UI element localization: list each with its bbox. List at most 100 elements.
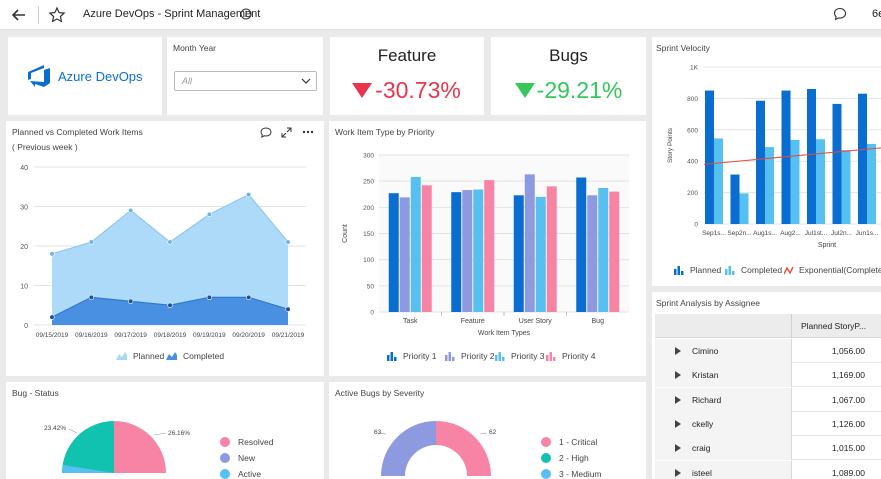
assignee-name: ckelly: [692, 418, 714, 429]
table-row[interactable]: Richard 1,067.00: [655, 387, 881, 412]
table-row[interactable]: ckelly 1,126.00: [655, 411, 881, 436]
data-point: [167, 239, 173, 245]
column-divider: [791, 411, 792, 436]
favorite-star-icon[interactable]: [48, 6, 66, 24]
planned-story-points-value: 1,126.00: [831, 418, 865, 429]
expand-caret-icon[interactable]: [675, 347, 681, 355]
table-row[interactable]: Kristan 1,169.00: [655, 363, 881, 388]
y-tick-label: 50: [367, 283, 375, 290]
data-point: [88, 239, 94, 245]
bar-planned: [730, 174, 740, 224]
planned-vs-completed-tile: Planned vs Completed Work Items ( Previo…: [6, 121, 324, 376]
legend-priority-3: Priority 3: [495, 351, 545, 361]
table-row[interactable]: craig 1,015.00: [655, 436, 881, 461]
back-arrow-icon[interactable]: [10, 6, 28, 24]
legend-swatch: [784, 266, 794, 274]
expand-icon[interactable]: [281, 127, 292, 138]
y-tick-label: 200: [363, 205, 374, 212]
comment-icon[interactable]: [833, 7, 847, 21]
planned-story-points-value: 1,089.00: [831, 467, 865, 478]
x-tick-label: Sep1s...: [702, 230, 726, 237]
expand-caret-icon[interactable]: [675, 468, 681, 477]
pie-slice-resolved: [114, 421, 166, 473]
table-row[interactable]: isteel 1,089.00: [655, 460, 881, 479]
y-tick-label: 150: [363, 231, 374, 238]
pie-slice: [62, 421, 114, 473]
legend-priority-4: Priority 4: [546, 351, 596, 361]
active-bugs-tile: Active Bugs by Severity 63 62 1 - Critic…: [329, 382, 646, 479]
column-divider: [791, 460, 792, 479]
table-row[interactable]: Cimino 1,056.00: [655, 339, 881, 363]
legend-label: 2 - High: [559, 453, 589, 463]
bar-priority-1: [388, 193, 399, 312]
data-point: [49, 251, 55, 257]
kpi-label-bugs: Bugs: [549, 46, 588, 65]
donut-slice: [381, 421, 436, 476]
tile-title: Sprint Analysis by Assignee: [656, 298, 760, 308]
legend-high: 2 - High: [541, 453, 589, 463]
y-tick-label: 800: [687, 96, 698, 103]
legend-label: 1 - Critical: [559, 437, 598, 447]
label-leader-line: [153, 432, 167, 436]
x-tick-label: Aug2...: [780, 230, 801, 237]
expand-caret-icon[interactable]: [675, 395, 681, 404]
legend-priority-1: Priority 1: [387, 351, 437, 361]
tile-title: Work Item Type by Priority: [335, 127, 435, 137]
column-divider: [791, 339, 792, 363]
bar-completed: [714, 138, 723, 224]
legend-swatch: [541, 437, 551, 447]
legend-medium: 3 - Medium: [541, 469, 602, 479]
legend-label: Active: [238, 469, 262, 479]
bugs-kpi-tile: Bugs -29.21%: [491, 37, 646, 115]
info-icon[interactable]: [240, 8, 252, 20]
expand-caret-icon[interactable]: [675, 371, 681, 380]
y-axis-label: Story Points: [667, 127, 674, 163]
column-divider: [791, 363, 792, 388]
pie-data-label: 26.16%: [168, 430, 191, 437]
month-year-dropdown[interactable]: All: [174, 71, 317, 91]
data-point: [128, 207, 134, 214]
data-point: [206, 294, 212, 300]
expand-caret-icon[interactable]: [675, 419, 681, 428]
x-tick-label: 09/18/2019: [154, 332, 187, 339]
data-point: [206, 211, 212, 218]
y-tick-label: 1K: [690, 65, 699, 72]
bar-priority-3: [473, 189, 484, 312]
logo-tile: Azure DevOps: [8, 37, 162, 115]
legend-critical: 1 - Critical: [541, 437, 597, 447]
y-tick-label: 300: [363, 153, 374, 160]
bar-completed: [739, 193, 749, 224]
y-tick-label: 200: [687, 190, 698, 197]
x-axis-label: Sprint: [818, 242, 836, 249]
data-point: [49, 314, 55, 320]
legend-active: Active: [220, 469, 261, 479]
legend-swatch: [546, 351, 556, 361]
y-tick-label: 20: [20, 244, 28, 251]
planned-story-points-value: 1,169.00: [831, 370, 865, 381]
legend-swatch: [220, 469, 230, 479]
more-options-icon[interactable]: [302, 130, 314, 134]
dropdown-placeholder: All: [182, 76, 193, 86]
month-year-filter-tile: Month Year All: [167, 37, 323, 115]
bar-priority-2: [462, 190, 473, 312]
y-tick-label: 0: [370, 310, 374, 317]
legend-label: Priority 4: [562, 351, 596, 361]
comment-icon[interactable]: [260, 127, 272, 138]
y-tick-label: 30: [20, 205, 28, 212]
sprint-velocity-chart: 0 200 400 600 800 1K Sep1s... Sep2n... Aug1s... A…: [667, 65, 881, 249]
legend-swatch: [116, 352, 127, 360]
top-bar: Azure DevOps - Sprint Management 6e: [0, 0, 881, 30]
column-header[interactable]: Planned StoryP...: [801, 321, 866, 331]
expand-caret-icon[interactable]: [675, 444, 681, 453]
work-item-type-bar-chart: 0 50 100 150 200 250 300 Task Feature User Story B…: [342, 153, 629, 337]
legend-label: New: [238, 453, 256, 463]
x-tick-label: Jul1st...: [805, 230, 828, 237]
legend-swatch: [387, 351, 397, 361]
y-tick-label: 250: [363, 179, 374, 186]
filter-label: Month Year: [173, 43, 217, 53]
legend-label: Completed: [741, 265, 783, 275]
legend-label: Resolved: [238, 437, 274, 447]
table-header: Planned StoryP...: [655, 314, 881, 338]
planned-story-points-value: 1,015.00: [831, 443, 865, 454]
legend-new: New: [220, 453, 255, 463]
